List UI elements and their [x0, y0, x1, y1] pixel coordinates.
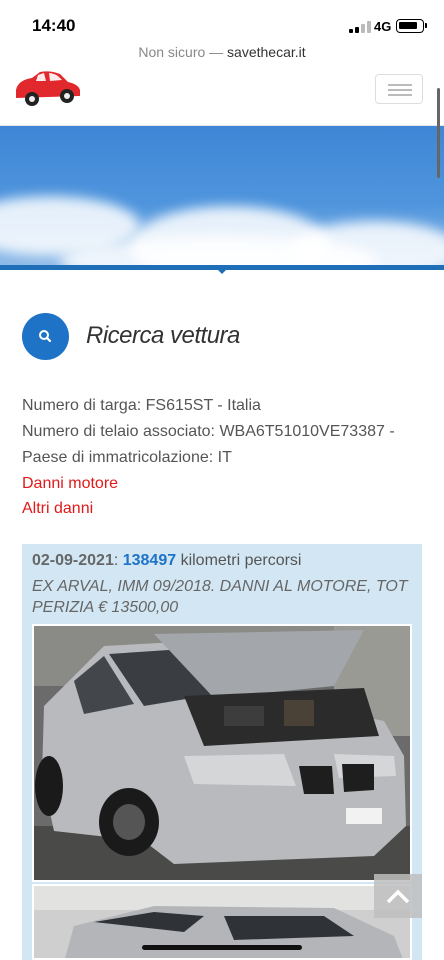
- car-damage-photo[interactable]: [32, 624, 412, 882]
- vin-row: Numero di telaio associato: WBA6T51010VE…: [22, 423, 395, 441]
- hamburger-icon: [388, 84, 412, 86]
- status-time: 14:40: [32, 16, 76, 35]
- page-scrollbar[interactable]: [437, 88, 440, 178]
- scroll-top-button[interactable]: [374, 874, 422, 918]
- battery-icon: [396, 19, 427, 33]
- country-row: Paese di immatricolazione: IT: [22, 449, 232, 467]
- chevron-up-icon: [386, 889, 410, 904]
- country-label: Paese di immatricolazione:: [22, 449, 214, 466]
- menu-button[interactable]: [375, 74, 423, 104]
- vin-label: Numero di telaio associato:: [22, 423, 215, 440]
- vin-value: WBA6T51010VE73387 -: [219, 423, 395, 440]
- plate-row: Numero di targa: FS615ST - Italia: [22, 397, 261, 415]
- engine-damage-link[interactable]: Danni motore: [22, 475, 118, 493]
- record-km-suffix: kilometri percorsi: [176, 552, 302, 569]
- status-bar: 14:40 4G: [0, 0, 444, 44]
- network-type: 4G: [374, 19, 392, 34]
- url-security-label: Non sicuro —: [138, 44, 228, 60]
- record-date: 02-09-2021: [32, 552, 114, 569]
- record-separator: :: [113, 552, 123, 569]
- hero-notch: [216, 268, 228, 274]
- country-value: IT: [217, 449, 232, 466]
- record-header: 02-09-2021: 138497 kilometri percorsi: [32, 552, 301, 570]
- page-title: Ricerca vettura: [86, 322, 240, 349]
- record-description: EX ARVAL, IMM 09/2018. DANNI AL MOTORE, …: [32, 578, 408, 616]
- record-km: 138497: [122, 552, 177, 569]
- url-bar[interactable]: Non sicuro — savethecar.it: [0, 44, 444, 70]
- damage-record-card: 02-09-2021: 138497 kilometri percorsi EX…: [22, 544, 422, 960]
- car-icon[interactable]: [12, 70, 82, 112]
- home-indicator[interactable]: [142, 945, 302, 950]
- search-button[interactable]: [22, 313, 69, 360]
- hero-banner: [0, 126, 444, 268]
- other-damage-link[interactable]: Altri danni: [22, 500, 93, 518]
- plate-label: Numero di targa:: [22, 397, 142, 414]
- url-host: savethecar.it: [227, 44, 306, 60]
- site-header: [0, 70, 444, 126]
- search-icon: [39, 330, 52, 343]
- signal-icon: [349, 21, 371, 33]
- plate-value: FS615ST - Italia: [145, 397, 261, 414]
